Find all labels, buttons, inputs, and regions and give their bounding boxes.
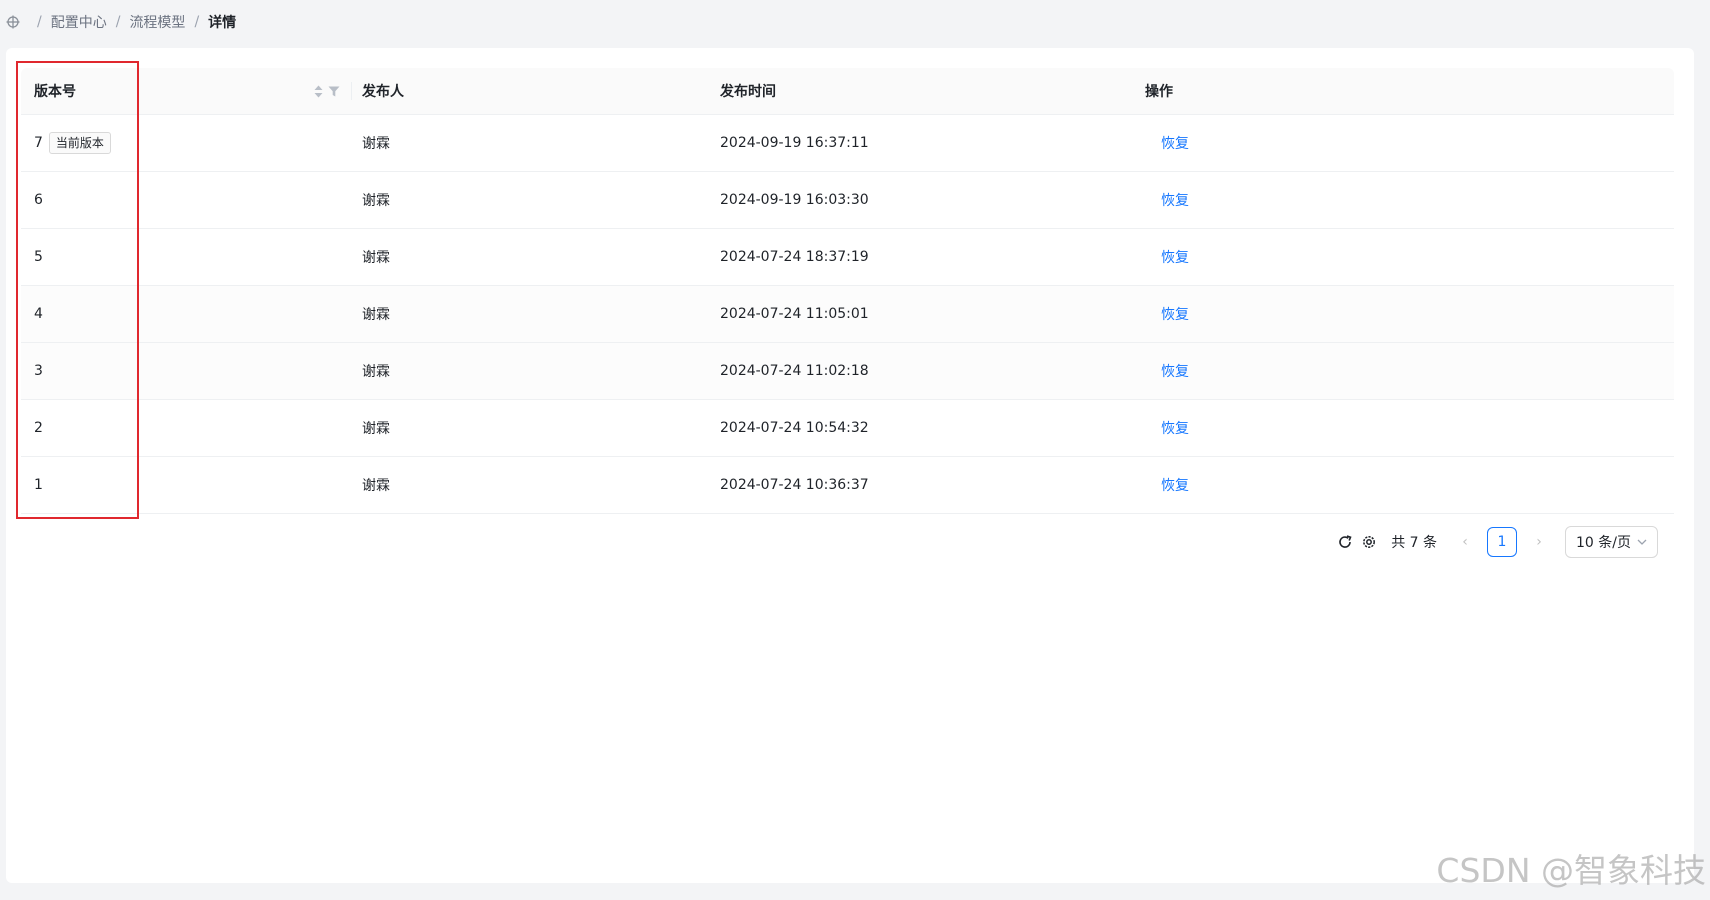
publish-time-cell: 2024-07-24 10:54:32: [720, 420, 869, 436]
table-row: 5 谢霖 2024-07-24 18:37:19 恢复: [21, 229, 1674, 286]
publish-time-cell: 2024-09-19 16:03:30: [720, 192, 869, 208]
publish-time-cell: 2024-07-24 11:05:01: [720, 306, 869, 322]
header-action: 操作: [1145, 84, 1173, 100]
table-row: 4 谢霖 2024-07-24 11:05:01 恢复: [21, 286, 1674, 343]
version-number: 3: [34, 363, 43, 379]
restore-link[interactable]: 恢复: [1161, 475, 1189, 495]
refresh-icon[interactable]: [1337, 534, 1353, 550]
header-publish-time: 发布时间: [720, 84, 776, 100]
table-header: 版本号 发布人 发布时间 操作: [21, 68, 1674, 115]
publisher-cell: 谢霖: [362, 307, 390, 323]
total-count: 共 7 条: [1391, 535, 1438, 551]
action-cell: 恢复: [1145, 229, 1189, 285]
restore-link[interactable]: 恢复: [1161, 361, 1189, 381]
breadcrumb-item-config-center[interactable]: 配置中心: [51, 12, 107, 32]
watermark: CSDN @智象科技: [1436, 851, 1706, 890]
action-cell: 恢复: [1145, 115, 1189, 171]
table-row: 3 谢霖 2024-07-24 11:02:18 恢复: [21, 343, 1674, 400]
version-number: 7: [34, 135, 43, 151]
table-row: 6 谢霖 2024-09-19 16:03:30 恢复: [21, 172, 1674, 229]
breadcrumb-current: 详情: [208, 15, 237, 31]
sort-icon[interactable]: [314, 85, 323, 98]
version-cell: 7 当前版本: [34, 115, 111, 171]
publisher-cell: 谢霖: [362, 250, 390, 266]
pagination: 共 7 条 ‹ 1 › 10 条/页: [1337, 525, 1658, 559]
restore-link[interactable]: 恢复: [1161, 190, 1189, 210]
crosshair-icon[interactable]: [6, 15, 20, 29]
breadcrumb-item-process-model[interactable]: 流程模型: [129, 12, 185, 32]
restore-link[interactable]: 恢复: [1161, 133, 1189, 153]
version-number: 1: [34, 477, 43, 493]
restore-link[interactable]: 恢复: [1161, 247, 1189, 267]
breadcrumb-separator: /: [115, 14, 121, 30]
action-cell: 恢复: [1145, 457, 1189, 513]
page: / 配置中心 / 流程模型 / 详情 版本号 发布人 发布时间 操作 7 当前版…: [0, 0, 1710, 900]
header-version: 版本号: [34, 84, 76, 100]
publisher-cell: 谢霖: [362, 421, 390, 437]
publisher-cell: 谢霖: [362, 364, 390, 380]
action-cell: 恢复: [1145, 286, 1189, 342]
chevron-down-icon: [1637, 539, 1647, 545]
prev-page-button[interactable]: ‹: [1453, 534, 1477, 550]
action-cell: 恢复: [1145, 172, 1189, 228]
publisher-cell: 谢霖: [362, 478, 390, 494]
publisher-cell: 谢霖: [362, 193, 390, 209]
publish-time-cell: 2024-07-24 11:02:18: [720, 363, 869, 379]
version-number: 4: [34, 306, 43, 322]
page-size-value: 10 条/页: [1576, 535, 1631, 551]
version-number: 5: [34, 249, 43, 265]
action-cell: 恢复: [1145, 343, 1189, 399]
publish-time-cell: 2024-07-24 10:36:37: [720, 477, 869, 493]
next-page-button[interactable]: ›: [1527, 534, 1551, 550]
publisher-cell: 谢霖: [362, 136, 390, 152]
publish-time-cell: 2024-09-19 16:37:11: [720, 135, 869, 151]
table-row: 1 谢霖 2024-07-24 10:36:37 恢复: [21, 457, 1674, 514]
restore-link[interactable]: 恢复: [1161, 304, 1189, 324]
action-cell: 恢复: [1145, 400, 1189, 456]
page-size-select[interactable]: 10 条/页: [1565, 526, 1658, 558]
filter-icon[interactable]: [328, 86, 340, 97]
table-row: 7 当前版本 谢霖 2024-09-19 16:37:11 恢复: [21, 115, 1674, 172]
restore-link[interactable]: 恢复: [1161, 418, 1189, 438]
publish-time-cell: 2024-07-24 18:37:19: [720, 249, 869, 265]
version-number: 6: [34, 192, 43, 208]
version-number: 2: [34, 420, 43, 436]
gear-icon[interactable]: [1361, 534, 1377, 550]
column-divider: [351, 82, 352, 100]
breadcrumb-separator: /: [194, 14, 200, 30]
breadcrumb: / 配置中心 / 流程模型 / 详情: [6, 11, 236, 33]
version-table: 版本号 发布人 发布时间 操作 7 当前版本 谢霖 2024-09-19 16:…: [21, 68, 1674, 514]
breadcrumb-separator: /: [37, 14, 42, 30]
table-row: 2 谢霖 2024-07-24 10:54:32 恢复: [21, 400, 1674, 457]
header-publisher: 发布人: [362, 84, 404, 100]
current-version-tag: 当前版本: [48, 132, 111, 154]
version-sort-filter: [314, 68, 340, 114]
page-1-button[interactable]: 1: [1487, 527, 1518, 557]
